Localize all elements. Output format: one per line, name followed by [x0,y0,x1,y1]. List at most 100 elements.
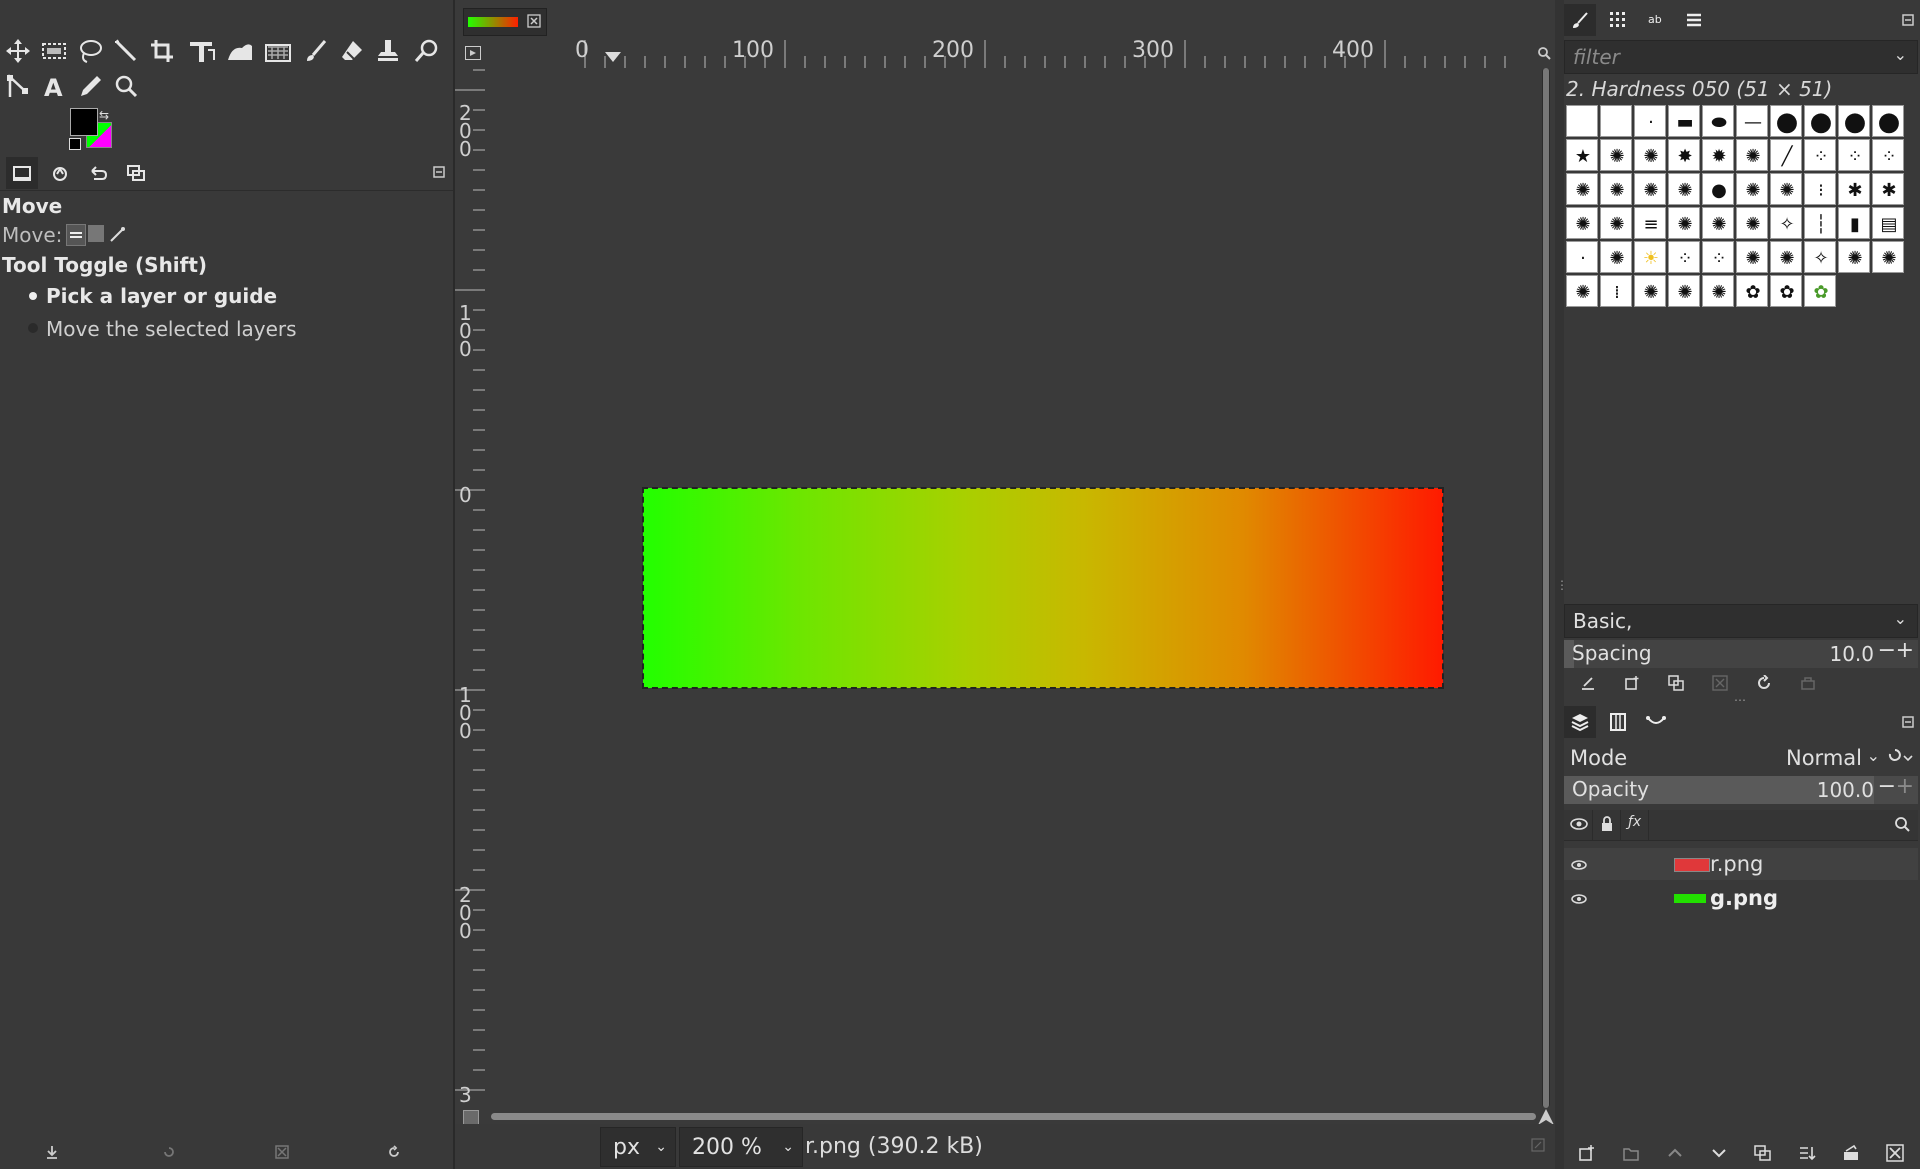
brush-thumbnail[interactable]: ✺ [1736,173,1768,205]
paths-tab[interactable] [1640,706,1672,738]
duplicate-brush-icon[interactable] [1662,669,1690,697]
tool-options-tab[interactable] [6,157,38,189]
paths-tool-icon[interactable] [2,70,34,102]
move-tool-icon[interactable] [2,35,34,67]
spacing-slider[interactable]: Spacing 10.0 − + [1564,638,1918,668]
rect-select-icon[interactable] [38,35,70,67]
pick-layer-radio[interactable] [29,292,37,300]
brush-thumbnail[interactable]: ✺ [1736,241,1768,273]
move-selection-mode-icon[interactable] [88,225,104,242]
close-tab-icon[interactable] [527,14,541,28]
brush-thumbnail[interactable]: ★ [1566,139,1598,171]
clone-stamp-icon[interactable] [372,35,404,67]
brush-thumbnail[interactable]: ✸ [1668,139,1700,171]
unit-dropdown[interactable]: px ⌄ [600,1127,676,1167]
brush-thumbnail[interactable]: ✿ [1736,275,1768,307]
brush-thumbnail[interactable]: ✺ [1634,173,1666,205]
new-layer-group-icon[interactable] [1622,1144,1640,1162]
smudge-icon[interactable] [410,35,442,67]
zoom-dropdown[interactable]: 200 % ⌄ [679,1127,803,1167]
crop-icon[interactable] [146,35,178,67]
brush-thumbnail[interactable]: ⬬ [1702,105,1734,137]
brush-thumbnail[interactable]: · [1566,241,1598,273]
edit-brush-icon[interactable] [1574,669,1602,697]
brushes-tab[interactable] [1564,4,1596,36]
eye-icon[interactable] [1570,891,1588,907]
brush-thumbnail[interactable]: ✿ [1770,275,1802,307]
duplicate-layer-icon[interactable] [1754,1144,1772,1162]
vertical-scrollbar[interactable] [1542,68,1550,1108]
brush-thumbnail[interactable] [1566,105,1598,137]
layer-composite-dropdown[interactable] [1882,742,1916,774]
brush-thumbnail[interactable]: ✺ [1668,207,1700,239]
patterns-tab[interactable] [1602,4,1634,36]
warp-transform-icon[interactable] [224,35,256,67]
brush-thumbnail[interactable]: ● [1702,173,1734,205]
brush-thumbnail[interactable]: ✺ [1702,207,1734,239]
brush-thumbnail[interactable]: ⁝ [1804,173,1836,205]
dock-separator-grip[interactable]: ⋯ [1734,693,1746,707]
configure-tab-icon[interactable] [1902,716,1914,728]
layer-row[interactable]: r.png [1564,848,1918,880]
canvas-view[interactable] [485,68,1540,1110]
document-history-tab[interactable] [1678,4,1710,36]
fuzzy-select-icon[interactable] [110,35,142,67]
brush-thumbnail[interactable]: ● [1770,105,1802,137]
brush-thumbnail[interactable]: ▮ [1838,207,1870,239]
brush-thumbnail[interactable]: ✺ [1702,275,1734,307]
brush-thumbnail[interactable]: ✺ [1668,173,1700,205]
brush-thumbnail[interactable]: ⁘ [1838,139,1870,171]
move-selected-radio[interactable] [28,323,38,333]
brush-thumbnail[interactable]: ✺ [1668,275,1700,307]
merge-layer-icon[interactable] [1798,1144,1816,1162]
brush-thumbnail[interactable]: ● [1804,105,1836,137]
brush-thumbnail[interactable]: ✧ [1804,241,1836,273]
brush-thumbnail[interactable]: ✺ [1600,241,1632,273]
increase-spacing-button[interactable]: + [1896,638,1914,663]
swap-colors-icon[interactable]: ⇆ [99,108,109,122]
brush-thumbnail[interactable]: ✹ [1702,139,1734,171]
brush-grid[interactable]: · ▬ ⬬ — ● ● ● ● ★ ✺ ✺ ✸ ✹ ✺ ╱ ⁘ ⁘ ⁘ ✺ ✺ ✺ ✺ ● ✺ ✺ ⁝ ✱ ✱ ✺ ✺ ≡ ✺ ✺ ✺ ✧ ┆ ▮ ▤ · ✺… [1566,105,1916,315]
brush-thumbnail[interactable]: ✱ [1872,173,1904,205]
device-status-tab[interactable] [44,157,76,189]
move-selected-option[interactable]: Move the selected layers [46,317,297,341]
lasso-icon[interactable] [74,35,106,67]
eraser-icon[interactable] [336,35,368,67]
brush-thumbnail[interactable]: ✺ [1600,139,1632,171]
zoom-image-icon[interactable] [1537,46,1551,60]
brush-thumbnail[interactable]: ✺ [1770,173,1802,205]
fx-icon[interactable]: ƒx [1628,814,1641,830]
open-brush-as-image-icon[interactable] [1794,669,1822,697]
layer-name-g[interactable]: g.png [1710,886,1778,910]
brush-thumbnail[interactable]: ✺ [1566,275,1598,307]
configure-tab-icon[interactable] [433,166,445,178]
brush-thumbnail[interactable]: ⁘ [1804,139,1836,171]
layer-mode-dropdown[interactable]: Normal ⌄ [1774,742,1884,774]
brush-thumbnail[interactable]: ✿ [1804,275,1836,307]
undo-history-tab[interactable] [82,157,114,189]
eye-icon[interactable] [1570,816,1588,832]
increase-opacity-button[interactable]: + [1896,774,1914,799]
new-layer-icon[interactable] [1578,1144,1596,1162]
brush-thumbnail[interactable]: ⁘ [1702,241,1734,273]
resize-grip-icon[interactable] [1531,1138,1545,1152]
move-path-mode-icon[interactable] [108,224,126,244]
brush-thumbnail[interactable]: ╱ [1770,139,1802,171]
brush-thumbnail[interactable]: ● [1838,105,1870,137]
brush-thumbnail[interactable]: ✺ [1566,173,1598,205]
brush-thumbnail[interactable]: ✺ [1600,173,1632,205]
text-tool-icon[interactable]: A [38,70,70,102]
brush-thumbnail[interactable] [1600,105,1632,137]
reset-tool-options-icon[interactable] [382,1140,406,1164]
brush-thumbnail[interactable]: ✺ [1770,241,1802,273]
new-brush-icon[interactable] [1618,669,1646,697]
brush-thumbnail[interactable]: ✺ [1634,139,1666,171]
brush-thumbnail[interactable]: ✺ [1872,241,1904,273]
delete-brush-icon[interactable] [1706,669,1734,697]
brush-thumbnail[interactable]: ✺ [1634,275,1666,307]
foreground-color-front[interactable] [70,108,98,136]
channels-tab[interactable] [1602,706,1634,738]
brush-thumbnail[interactable]: ✺ [1566,207,1598,239]
restore-tool-preset-icon[interactable] [157,1140,181,1164]
gradient-tool-icon[interactable] [262,35,294,67]
